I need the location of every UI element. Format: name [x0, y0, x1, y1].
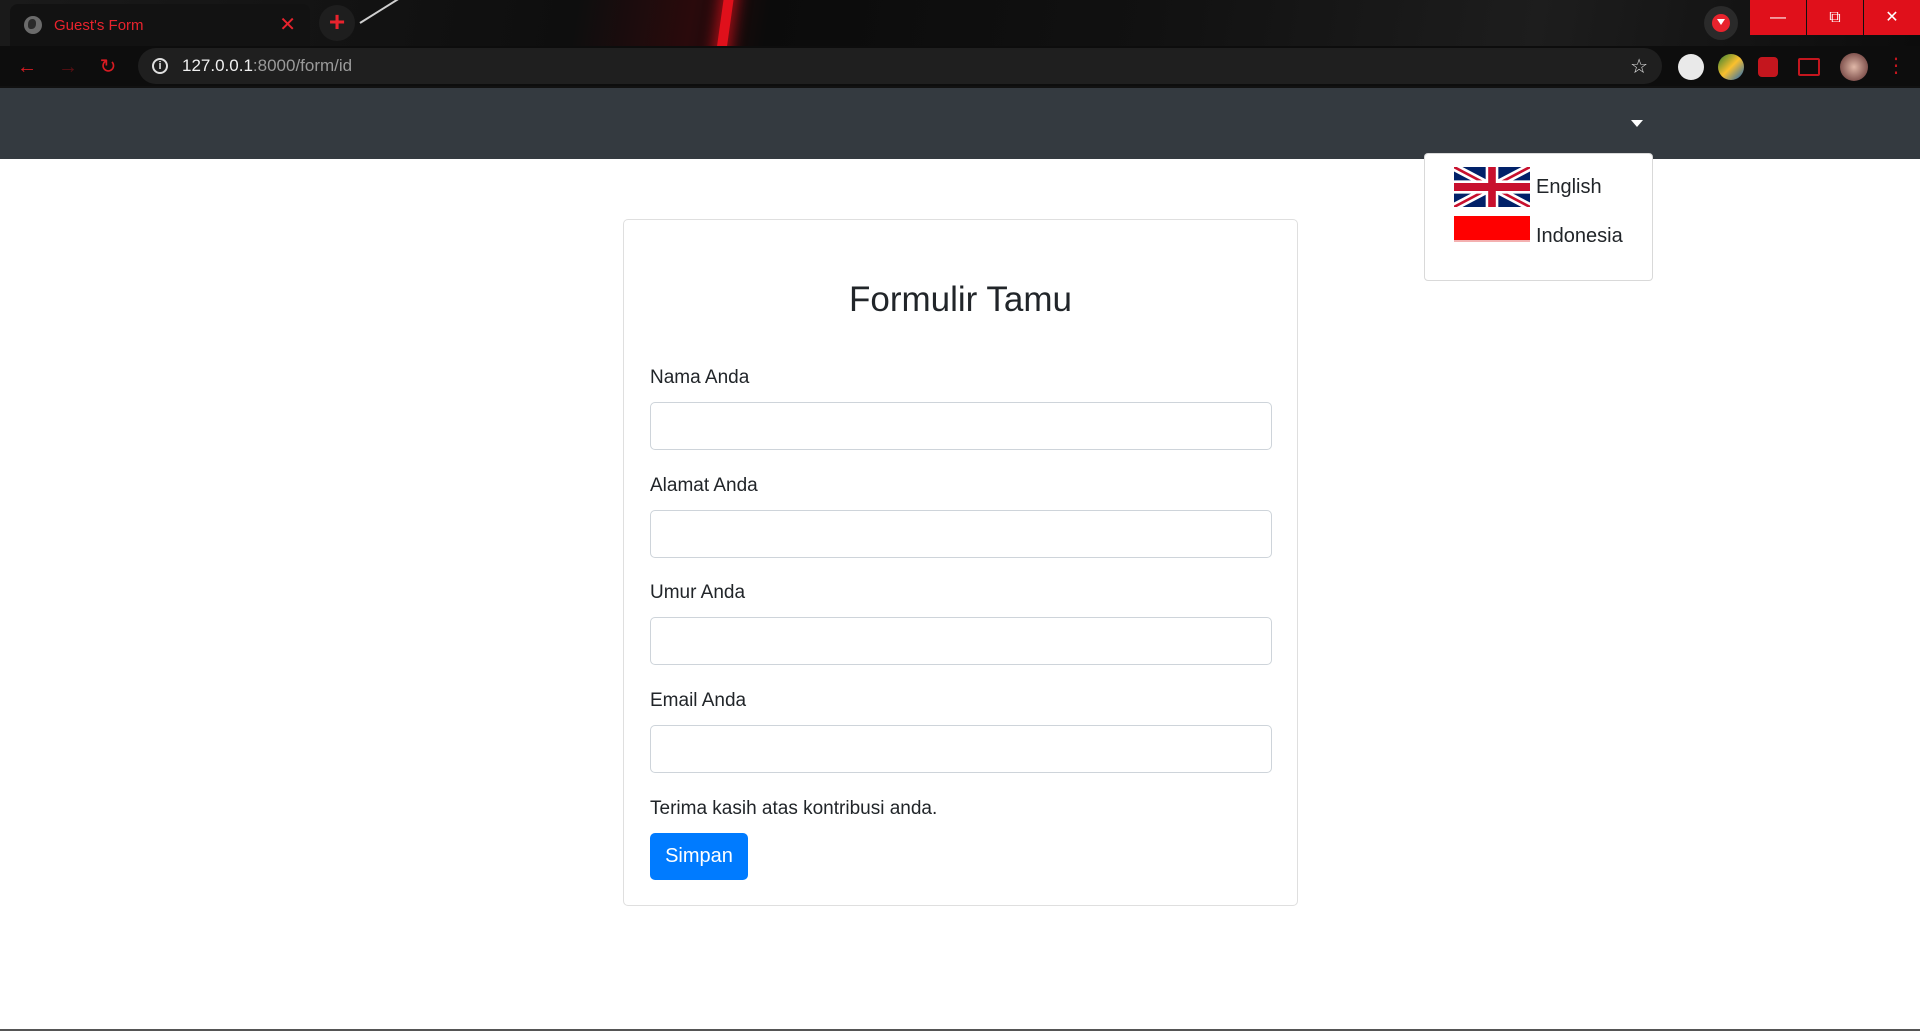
- email-input[interactable]: [650, 725, 1272, 773]
- address-input[interactable]: [650, 510, 1272, 558]
- indonesia-flag-icon: [1454, 216, 1530, 256]
- extension-icon-2[interactable]: [1718, 54, 1744, 80]
- media-control-icon[interactable]: [1704, 6, 1738, 40]
- language-dropdown-menu: English Indonesia: [1424, 153, 1653, 281]
- save-button[interactable]: Simpan: [650, 833, 748, 880]
- age-label: Umur Anda: [650, 582, 746, 603]
- tab-title: Guest's Form: [54, 16, 144, 34]
- url-path: :8000/form/id: [252, 56, 353, 75]
- app-navbar: [0, 88, 1920, 159]
- uk-flag-icon: [1454, 167, 1530, 207]
- form-title: Formulir Tamu: [848, 280, 1072, 319]
- age-input[interactable]: [650, 617, 1272, 665]
- bookmark-star-icon[interactable]: ☆: [1630, 54, 1648, 79]
- language-label-english: English: [1536, 175, 1602, 198]
- guest-form-card: Formulir Tamu Nama Anda Alamat Anda Umur…: [623, 219, 1298, 906]
- restore-icon[interactable]: ⧉: [1807, 0, 1863, 35]
- globe-icon: [24, 16, 42, 34]
- language-item-english[interactable]: English: [1454, 166, 1602, 208]
- url-host: 127.0.0.1: [182, 56, 253, 75]
- language-item-indonesia[interactable]: Indonesia: [1454, 215, 1623, 257]
- name-label: Nama Anda: [650, 367, 750, 388]
- minimize-icon[interactable]: —: [1750, 0, 1806, 35]
- language-dropdown-toggle[interactable]: [1631, 120, 1643, 127]
- reading-list-icon[interactable]: [1798, 58, 1820, 76]
- browser-toolbar: ← → ↻ i 127.0.0.1 :8000/form/id ☆ ⋮: [0, 46, 1920, 88]
- address-label: Alamat Anda: [650, 475, 758, 496]
- avatar[interactable]: [1840, 53, 1868, 81]
- close-icon[interactable]: ✕: [1864, 0, 1920, 35]
- tab-close-icon[interactable]: ✕: [279, 15, 296, 35]
- reload-icon[interactable]: ↻: [95, 54, 121, 80]
- browser-tab[interactable]: Guest's Form ✕: [10, 4, 310, 46]
- name-input[interactable]: [650, 402, 1272, 450]
- extension-puzzle-icon[interactable]: [1758, 57, 1778, 77]
- language-label-indonesia: Indonesia: [1536, 224, 1623, 247]
- thanks-text: Terima kasih atas kontribusi anda.: [650, 798, 938, 819]
- address-bar[interactable]: i 127.0.0.1 :8000/form/id ☆: [138, 48, 1662, 84]
- email-label: Email Anda: [650, 690, 747, 711]
- kebab-menu-icon[interactable]: ⋮: [1886, 54, 1906, 80]
- wallpaper-line: [359, 0, 437, 24]
- new-tab-button[interactable]: +: [319, 5, 355, 41]
- forward-icon[interactable]: →: [55, 54, 81, 80]
- wallpaper-streak: [715, 0, 735, 46]
- back-icon[interactable]: ←: [14, 54, 40, 80]
- extension-icon-1[interactable]: [1678, 54, 1704, 80]
- site-info-icon[interactable]: i: [152, 58, 168, 74]
- browser-tab-bar: Guest's Form ✕ + — ⧉ ✕: [0, 0, 1920, 46]
